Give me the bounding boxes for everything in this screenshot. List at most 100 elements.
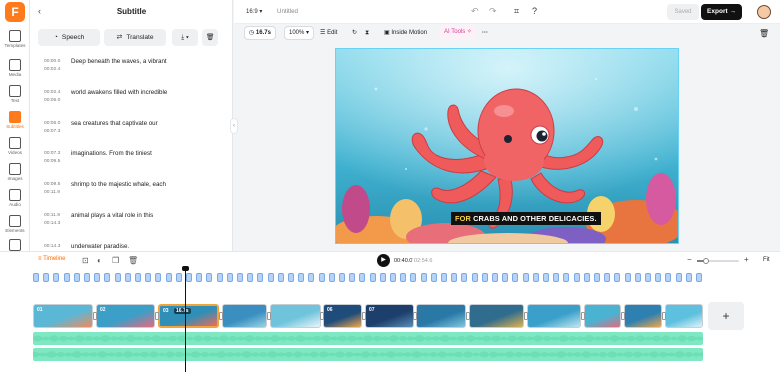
video-clip[interactable] [469,304,524,328]
subtitle-chip[interactable] [655,273,662,282]
video-clip[interactable]: 02 [96,304,155,328]
subtitle-chip[interactable] [94,273,101,282]
rail-item-media[interactable]: Media [0,56,30,82]
transition-handle[interactable] [219,312,223,320]
zoom-out-icon[interactable]: − [687,255,692,264]
subtitle-text[interactable]: sea creatures that captivate our [71,120,158,128]
subtitle-chip[interactable] [522,273,529,282]
subtitle-chip[interactable] [339,273,345,282]
edit-button[interactable]: ☰ Edit [320,27,337,40]
export-button[interactable]: Export → [701,4,742,20]
project-title[interactable]: Untitled [277,8,298,15]
audio-track-1[interactable] [33,332,703,345]
subtitle-chip[interactable] [298,273,305,282]
subtitle-chip[interactable] [400,273,407,282]
transition-handle[interactable] [155,312,159,320]
subtitle-chip[interactable] [288,273,294,282]
transition-handle[interactable] [320,312,324,320]
speech-button[interactable]: ◔ Speech [38,29,100,46]
subtitle-row[interactable]: 00:07.3 00:09.5 imaginations. From the tin… [44,150,224,180]
subtitle-chip[interactable] [186,273,192,282]
subtitle-chip[interactable] [226,273,233,282]
subtitle-chip[interactable] [196,273,203,282]
subtitle-chip[interactable] [543,273,549,282]
video-clip[interactable] [222,304,267,328]
play-button[interactable]: ▶ [377,254,390,267]
subtitle-chip[interactable] [645,273,651,282]
subtitle-chip[interactable] [390,273,396,282]
subtitle-chip[interactable] [43,273,50,282]
subtitle-chip[interactable] [175,273,182,282]
undo-icon[interactable]: ↶ [471,6,479,17]
fit-button[interactable]: Fit [763,257,770,263]
transition-handle[interactable] [621,312,625,320]
rail-item-elements[interactable]: Elements [0,212,30,238]
subtitle-chip[interactable] [206,273,213,282]
screenshot-icon[interactable]: ⌗ [514,6,519,17]
help-icon[interactable]: ? [532,6,537,16]
transition-handle[interactable] [581,312,585,320]
subtitle-row[interactable]: 00:09.5 00:11.9 shrimp to the majestic wha… [44,181,224,211]
download-button[interactable]: ⤓ ▾ [172,29,198,46]
duration-pill[interactable]: ◷ 16.7s [244,26,276,40]
flip-icon[interactable]: ⧗ [365,27,369,40]
subtitle-chip[interactable] [532,273,539,282]
delete-clip-icon[interactable]: 🗑 [128,256,138,265]
subtitle-chip[interactable] [104,273,111,282]
subtitle-row[interactable]: 00:14.3 underwater paradise. [44,243,224,251]
subtitle-chip[interactable] [277,273,284,282]
subtitle-chip[interactable] [512,273,519,282]
subtitle-chip[interactable] [420,273,427,282]
ai-tools-button[interactable]: AI Tools ✧ [440,26,476,40]
subtitle-chip[interactable] [573,273,580,282]
subtitle-chip[interactable] [145,273,152,282]
rail-item-audio[interactable]: Audio [0,186,30,212]
subtitle-row[interactable]: 00:11.9 00:14.3 animal plays a vital role … [44,212,224,242]
transition-handle[interactable] [662,312,666,320]
avatar[interactable] [757,5,771,19]
inside-motion-button[interactable]: ▣ Inside Motion [384,27,427,40]
playhead-handle[interactable] [182,266,189,271]
subtitle-chip[interactable] [614,273,621,282]
playhead[interactable] [185,268,186,372]
video-clip[interactable] [665,304,703,328]
video-clip[interactable] [624,304,662,328]
subtitle-text[interactable]: shrimp to the majestic whale, each [71,181,166,189]
subtitle-chip[interactable] [379,273,386,282]
subtitle-chip[interactable] [216,273,223,282]
subtitle-text[interactable]: animal plays a vital role in this [71,212,153,220]
aspect-ratio-select[interactable]: 16:9 ▾ [246,8,262,15]
video-clip[interactable]: 03 16.7s [158,304,219,328]
subtitle-chip[interactable] [492,273,498,282]
add-clip-button[interactable]: + [708,302,744,330]
app-logo[interactable]: F [5,2,25,22]
subtitle-chip[interactable] [308,273,315,282]
video-clip[interactable]: 01 [33,304,93,328]
translate-button[interactable]: ⇄ Translate [104,29,166,46]
more-options-button[interactable]: ··· [482,27,488,40]
subtitle-chip[interactable] [267,273,274,282]
rail-item-videos[interactable]: Videos [0,134,30,160]
subtitle-chip[interactable] [502,273,509,282]
subtitle-chip[interactable] [237,273,243,282]
subtitle-chip[interactable] [257,273,264,282]
subtitle-chip[interactable] [685,273,692,282]
subtitle-chip[interactable] [675,273,682,282]
subtitle-chip[interactable] [461,273,468,282]
split-icon[interactable]: ⊡ [82,256,89,265]
video-preview[interactable]: FOR CRABS AND OTHER DELICACIES. [335,48,679,244]
subtitle-chip[interactable] [318,273,325,282]
subtitle-row[interactable]: 00:05.0 00:07.3 sea creatures that captiva… [44,120,224,150]
timeline-tab[interactable]: ≡ Timeline [38,256,66,262]
duplicate-icon[interactable]: ❐ [112,256,119,265]
subtitle-chip[interactable] [247,273,254,282]
subtitle-chip[interactable] [563,273,570,282]
subtitle-chip[interactable] [634,273,641,282]
saved-button[interactable]: Saved [667,4,699,20]
video-clip[interactable]: 07 [365,304,414,328]
subtitle-chip[interactable] [328,273,335,282]
subtitle-chip[interactable] [441,273,447,282]
collapse-panel-handle[interactable]: ‹ [230,118,238,134]
video-clip[interactable]: 06 [323,304,362,328]
transition-handle[interactable] [267,312,271,320]
